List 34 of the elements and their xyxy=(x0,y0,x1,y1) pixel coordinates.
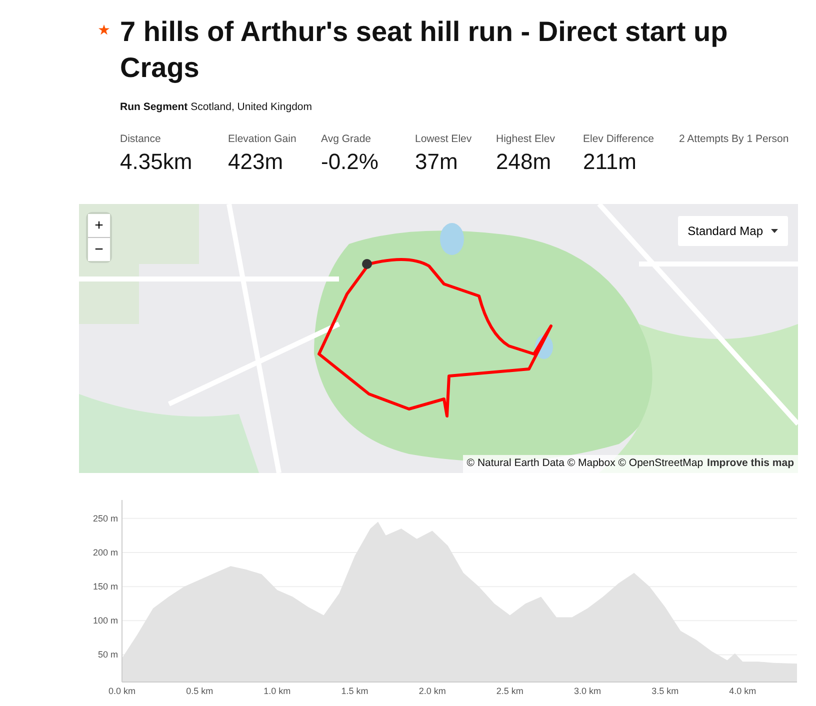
map-attribution: © Natural Earth Data © Mapbox © OpenStreetMap xyxy=(466,456,704,471)
stat-value: 4.35km xyxy=(120,148,194,176)
stat-label: Elev Difference xyxy=(583,132,656,147)
stat-value: 211m xyxy=(583,148,638,176)
y-tick-label: 200 m xyxy=(92,546,118,557)
stat-label: Avg Grade xyxy=(321,132,372,147)
stat-value: 37m xyxy=(415,148,459,176)
x-tick-label: 3.5 km xyxy=(652,686,679,696)
stat-label: Lowest Elev xyxy=(415,132,473,147)
x-tick-label: 2.0 km xyxy=(418,686,446,696)
stat-value: 248m xyxy=(496,148,552,176)
y-tick-label: 100 m xyxy=(92,615,118,626)
x-tick-label: 3.0 km xyxy=(574,686,602,696)
x-tick-label: 1.0 km xyxy=(264,686,291,696)
caret-icon xyxy=(771,228,778,232)
stat-label: Distance xyxy=(120,132,162,147)
segment-title: 7 hills of Arthur's seat hill run - Direct start up Crags xyxy=(120,15,729,85)
improve-map-link[interactable]: Improve this map xyxy=(707,456,794,472)
segment-type: Run Segment xyxy=(120,101,188,113)
y-tick-label: 250 m xyxy=(92,512,118,523)
segment-location: Scotland, United Kingdom xyxy=(190,101,312,113)
stat-label: Elevation Gain xyxy=(228,132,298,147)
stat-label: Highest Elev xyxy=(496,132,556,147)
stat-value: 423m xyxy=(228,148,284,176)
x-tick-label: 0.5 km xyxy=(186,686,214,696)
map-style-dropdown[interactable]: Standard Map xyxy=(678,216,788,246)
y-tick-label: 50 m xyxy=(98,649,118,660)
x-tick-label: 0.0 km xyxy=(108,686,136,696)
stat-label: 2 Attempts By 1 Person xyxy=(679,132,789,147)
y-tick-label: 150 m xyxy=(92,581,118,592)
stat-value: -0.2% xyxy=(321,148,380,176)
x-tick-label: 4.0 km xyxy=(729,686,756,696)
x-tick-label: 1.5 km xyxy=(341,686,368,696)
x-tick-label: 2.5 km xyxy=(496,686,524,696)
